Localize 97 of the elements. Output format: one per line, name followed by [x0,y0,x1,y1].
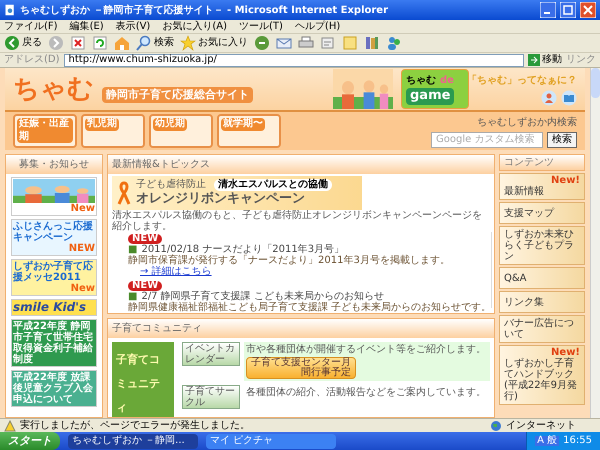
news-body: 静岡県健康福祉部福祉こども局子育て支援課 子ども未来局からのお知らせです。 [128,302,492,313]
game-word: game [406,88,454,105]
notice-banner[interactable]: ふじさんっこ応援キャンペーン NEW [11,219,97,256]
home-icon [114,35,130,51]
news-headline: 2011/02/18 ナースだより「2011年3月号」 [141,244,344,255]
content-button[interactable]: バナー広告について [499,315,585,343]
content-label: 最新情報 [504,186,545,197]
window-title: ちゃむしずおか －静岡市子育て応援サイト－ - Microsoft Internet Explorer [20,3,390,18]
address-field[interactable]: http://www.chum-shizuoka.jp/ [64,54,524,66]
campaign-caption: 清水エスパルス協働のもと、子ども虐待防止オレンジリボンキャンペーンページを紹介します。 [111,210,483,232]
content-button[interactable]: リンク集 [499,291,585,313]
menu-item[interactable]: お気に入り(A) [162,22,227,32]
content-label: リンク集 [504,296,545,308]
back-icon [4,35,20,51]
detail-link[interactable]: → 詳細はこちら [140,266,212,277]
content-button[interactable]: 支援マップ [499,202,585,224]
status-message: 実行しましたが、ページでエラーが発生しました。 [20,420,251,430]
menu-item[interactable]: ヘルプ(H) [294,22,340,32]
menu-item[interactable]: 表示(V) [116,22,150,32]
new-label: NEW [68,243,95,254]
note-icon [342,35,358,51]
new-label: New [70,283,95,294]
forward-icon [48,35,64,51]
search-button[interactable]: 検索 [547,132,577,148]
content-button[interactable]: しずおか未来ひらく子どもプラン [499,226,585,265]
game-banner[interactable]: ちゃむ de game [401,69,469,109]
zone-label: インターネット [506,420,577,430]
clock: 16:55 [563,436,592,446]
globe-icon [490,420,502,432]
notice-banner[interactable]: 平成22年度 静岡市子育て世帯住宅取得資金利子補給制度 [11,319,97,367]
refresh-icon [92,35,108,51]
site-subtitle: 静岡市子育て応援総合サイト [102,86,253,104]
new-label: New! [551,348,580,358]
game-title: ちゃむ [406,74,436,88]
content-label: Q&A [504,272,528,284]
campaign-title: オレンジリボンキャンペーン [136,191,306,208]
content-label: しずおかし子育てハンドブック [504,358,575,380]
new-label: New! [551,176,580,186]
star-icon [180,35,196,51]
publication-note: (平成22年9月発行) [504,380,578,402]
book-icon[interactable] [561,90,577,106]
search-field[interactable]: Google カスタム検索 [431,132,543,148]
toolbar-button[interactable]: お気に入り [180,35,248,51]
panel-title: 募集・お知らせ [6,155,102,174]
media-icon [254,35,270,51]
page-icon [4,4,16,16]
bullet-mark: ■ [128,244,138,255]
edit-icon [320,35,336,51]
page-scrollbar[interactable] [590,68,600,418]
center-banner[interactable]: 子育て支援センター月間行事予定 [246,357,356,379]
ime-indicator[interactable]: A 般 [535,436,560,446]
stop-icon [70,35,86,51]
new-badge: NEW [128,234,162,244]
search-icon [136,35,152,51]
panel-title: 子育てコミュニティ [108,319,494,338]
scrollbar[interactable] [491,232,492,308]
people-icon [386,35,402,51]
news-body: 静岡市保育課が発行する「ナースだより」2011年3月号を掲載します。 [128,255,451,266]
task-button[interactable]: マイ ピクチャ [206,434,336,448]
task-button[interactable]: ちゃむしずおか －静岡... [68,434,198,448]
ribbon-icon [116,181,132,205]
maximize-icon[interactable] [560,2,576,18]
content-button[interactable]: Q&A [499,267,585,289]
community-text: 各種団体の紹介、活動報告などをご案内しています。 [246,387,487,398]
new-label: New [70,203,95,214]
panel-title: コンテンツ [499,154,585,171]
community-text: 市や各種団体が開催するイベント等をご紹介します。 [246,344,487,355]
books-icon [364,35,380,51]
content-label: 支援マップ [504,208,556,218]
panel-title: 最新情報&トピックス [108,155,494,174]
new-badge: NEW [128,281,162,291]
close-icon[interactable] [580,2,596,18]
menu-item[interactable]: ファイル(F) [4,22,58,32]
partner-label: 清水エスパルスとの協働 [214,178,332,192]
address-label: アドレス(D) [4,55,60,65]
community-button[interactable]: 子育てサークル [182,385,240,409]
toolbar-button[interactable]: 戻る [4,35,42,51]
menu-item[interactable]: 編集(E) [70,22,104,32]
notice-banner[interactable]: smile Kid's [11,299,97,316]
person-icon[interactable] [541,90,557,106]
go-arrow-icon [528,54,540,66]
content-button[interactable]: New! しずおかし子育てハンドブック (平成22年9月発行) [499,345,585,405]
campaign-banner[interactable]: 子ども虐待防止 清水エスパルスとの協働 オレンジリボンキャンペーン [112,176,362,210]
notice-banner[interactable]: しずおか子育て応援メッセ2011 New [11,259,97,296]
content-label: バナー広告について [504,318,575,340]
minimize-icon[interactable] [540,2,556,18]
go-button[interactable]: 移動 [528,54,562,66]
bullet-mark: ■ [128,291,138,302]
content-button[interactable]: New! 最新情報 [499,173,585,200]
game-de: de [440,74,454,88]
menu-item[interactable]: ツール(T) [239,22,283,32]
campaign-lead: 子ども虐待防止 [136,178,206,192]
news-headline: 2/7 静岡県子育て支援課 こども未来局からのお知らせ [141,291,384,302]
toolbar-button[interactable]: 検索 [136,35,174,51]
community-button[interactable]: イベントカレンダー [182,342,240,366]
search-label: ちゃむしずおか内検索 [477,116,577,130]
content-label: しずおか未来ひらく子どもプラン [504,229,575,262]
